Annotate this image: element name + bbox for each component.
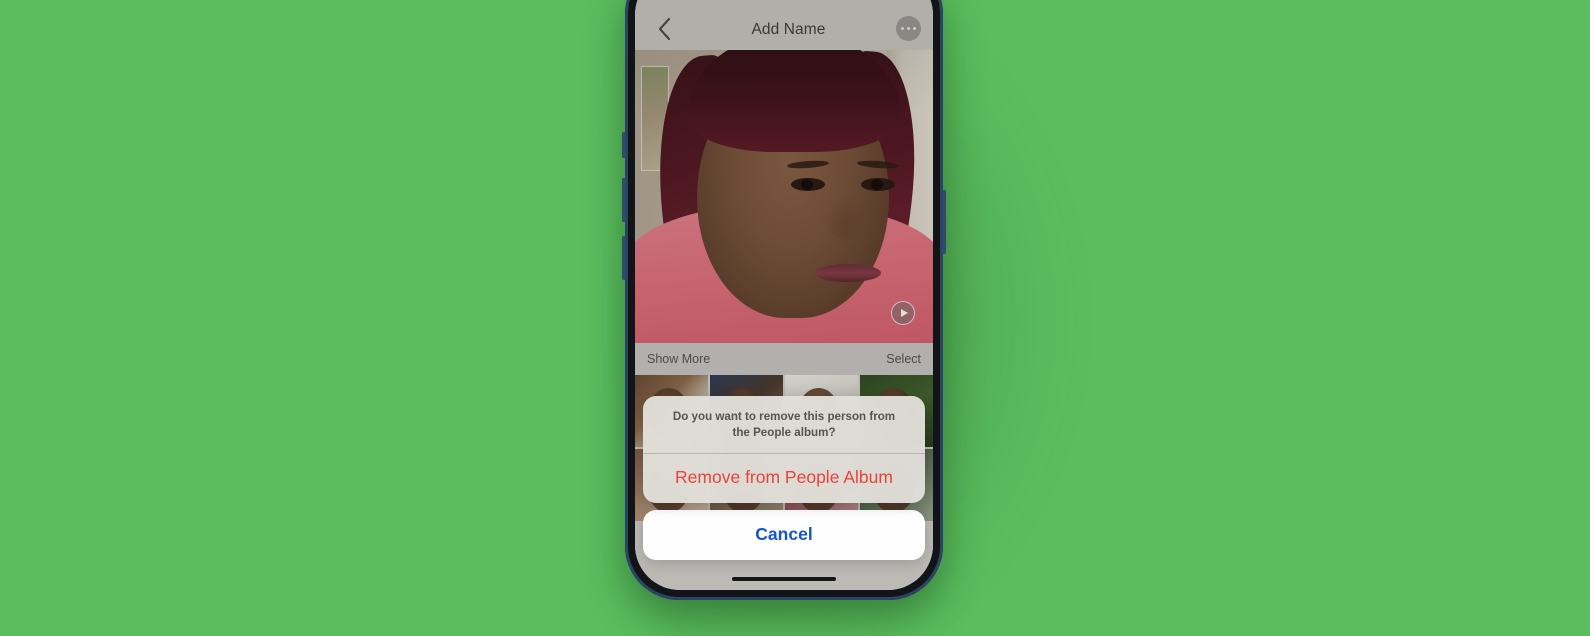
- iphone-device: Show More Select Add Name Do you want to…: [622, 0, 946, 600]
- cancel-button[interactable]: Cancel: [643, 510, 925, 560]
- volume-down-button[interactable]: [622, 236, 626, 280]
- action-sheet: Do you want to remove this person from t…: [643, 396, 925, 560]
- action-sheet-panel: Do you want to remove this person from t…: [643, 396, 925, 503]
- power-button[interactable]: [942, 190, 946, 254]
- remove-from-people-album-button[interactable]: Remove from People Album: [643, 453, 925, 503]
- phone-screen: Show More Select Add Name Do you want to…: [635, 0, 933, 590]
- silent-switch[interactable]: [622, 132, 626, 158]
- home-indicator[interactable]: [732, 577, 836, 581]
- volume-up-button[interactable]: [622, 178, 626, 222]
- action-sheet-title: Do you want to remove this person from t…: [672, 410, 896, 439]
